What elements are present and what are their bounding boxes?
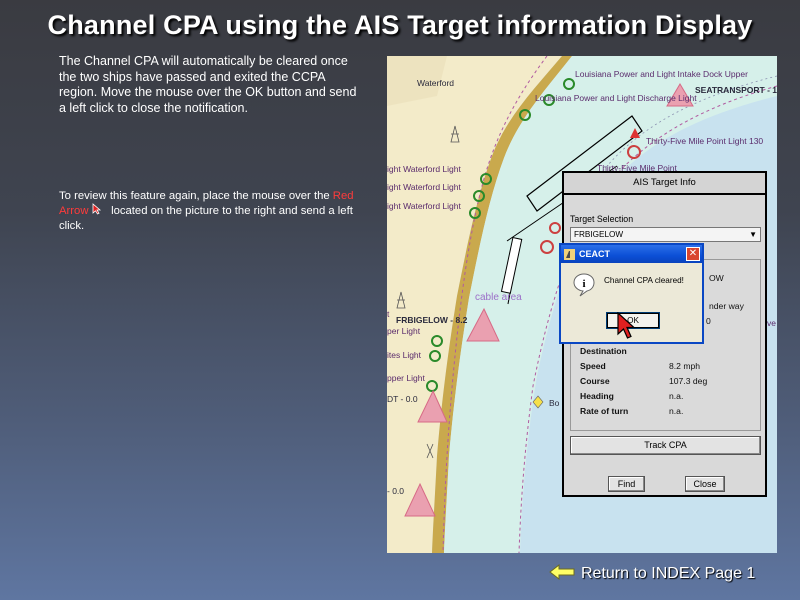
map-label-ites-light: ites Light [387,350,422,360]
instruction-paragraph: The Channel CPA will automatically be cl… [59,54,357,115]
target-selection-dropdown[interactable]: FRBIGELOW ▼ [570,227,761,242]
map-label-ve: ve [767,318,776,328]
ais-window-title: AIS Target Info [564,173,765,195]
target-selection-label: Target Selection [570,214,634,224]
return-to-index-link[interactable]: Return to INDEX Page 1 [549,563,755,585]
map-label-bo: Bo [549,398,560,408]
ceact-app-icon [564,248,575,260]
map-label-waterford-light-3: ight Waterford Light [387,201,461,211]
red-arrow-cursor-icon [616,311,636,345]
left-arrow-icon [549,563,575,585]
chevron-down-icon: ▼ [749,230,757,239]
info-icon: i [573,273,595,302]
map-label-waterford: Waterford [417,78,455,88]
track-cpa-button[interactable]: Track CPA [570,436,761,455]
dialog-message: Channel CPA cleared! [604,276,684,285]
map-label-frbigelow: FRBIGELOW - 8.2 [396,315,468,325]
heading-value: n.a. [669,391,684,401]
dialog-titlebar: CEACT ✕ [561,245,702,263]
course-label: Course [580,376,610,386]
partial-low-text: OW [709,273,724,283]
heading-label: Heading [580,391,614,401]
course-value: 107.3 deg [669,376,708,386]
map-label-cable-area: cable area [475,292,522,303]
speed-value: 8.2 mph [669,361,701,371]
map-label-per-light-1: per Light [387,326,421,336]
map-label-discharge: Louisiana Power and Light Discharge Ligh… [535,93,697,103]
map-label-thirty-five-light: Thirty-Five Mile Point Light 130 [646,136,764,146]
return-to-index-label: Return to INDEX Page 1 [581,565,756,582]
partial-under-way-text: nder way [709,301,744,311]
map-label-per-light-2: pper Light [387,373,425,383]
review-text-after: located on the picture to the right and … [59,204,353,232]
dialog-title: CEACT [579,249,610,259]
map-label-dt: DT - 0.0 [387,394,418,404]
close-icon[interactable]: ✕ [686,247,700,261]
svg-text:i: i [582,278,585,290]
find-button[interactable]: Find [608,476,645,492]
map-label-waterford-light-2: ight Waterford Light [387,182,461,192]
speed-label: Speed [580,361,606,371]
partial-zero-text: 0 [706,316,711,326]
map-label-minus-zero: - 0.0 [387,486,405,496]
rate-of-turn-label: Rate of turn [580,406,629,416]
red-arrow-cursor-icon [92,203,102,219]
map-label-waterford-light-1: ight Waterford Light [387,164,461,174]
destination-label: Destination [580,346,627,356]
review-text-before: To review this feature again, place the … [59,190,333,202]
close-button[interactable]: Close [685,476,725,492]
map-label-t: t [387,309,390,319]
target-selection-value: FRBIGELOW [574,230,624,239]
page-title: Channel CPA using the AIS Target informa… [47,10,753,40]
map-label-intake-dock: Louisiana Power and Light Intake Dock Up… [575,69,748,79]
rate-of-turn-value: n.a. [669,406,684,416]
map-label-seatransport: SEATRANSPORT - 1 [695,85,777,95]
review-paragraph: To review this feature again, place the … [59,189,359,233]
